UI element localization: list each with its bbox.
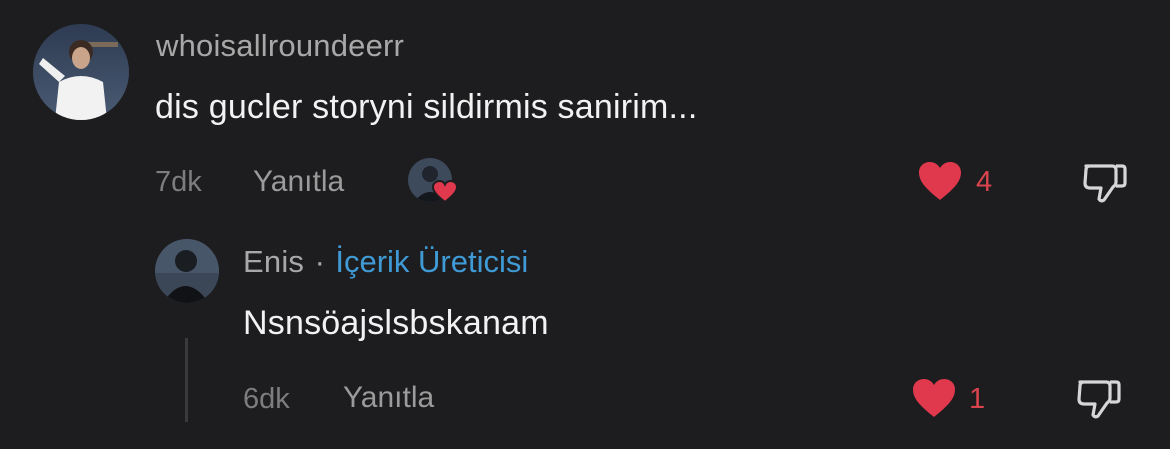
reply-like-count: 1 [969,383,986,415]
creator-liked-heart-icon [432,180,458,204]
reply-text: Nsnsöajslsbskanam [243,304,549,342]
reply-avatar-image [155,239,219,303]
thread-line [185,338,188,422]
reply-time: 6dk [243,383,290,415]
separator-dot: · [314,244,325,279]
comment-time: 7dk [155,166,202,198]
reply-reply-button[interactable]: Yanıtla [343,381,434,415]
reply-like-button[interactable] [911,377,957,419]
commenter-avatar-image [33,24,129,120]
comment-text: dis gucler storyni sildirmis sanirim... [155,88,698,126]
reply-dislike-button[interactable] [1076,376,1122,420]
like-button[interactable] [917,160,963,202]
reply-avatar[interactable] [155,239,219,303]
commenter-avatar[interactable] [33,24,129,120]
creator-liked-badge [408,158,460,206]
like-count: 4 [976,166,993,198]
dislike-icon [1083,164,1127,203]
dislike-button[interactable] [1082,160,1128,204]
heart-icon [919,162,961,200]
dislike-icon [1077,380,1121,419]
reply-button[interactable]: Yanıtla [253,165,344,199]
creator-badge: İçerik Üreticisi [335,244,529,279]
commenter-username[interactable]: whoisallroundeerr [156,28,404,64]
heart-icon [913,379,955,417]
reply-username[interactable]: Enis [243,244,304,279]
reply-header: Enis · İçerik Üreticisi [243,244,528,280]
